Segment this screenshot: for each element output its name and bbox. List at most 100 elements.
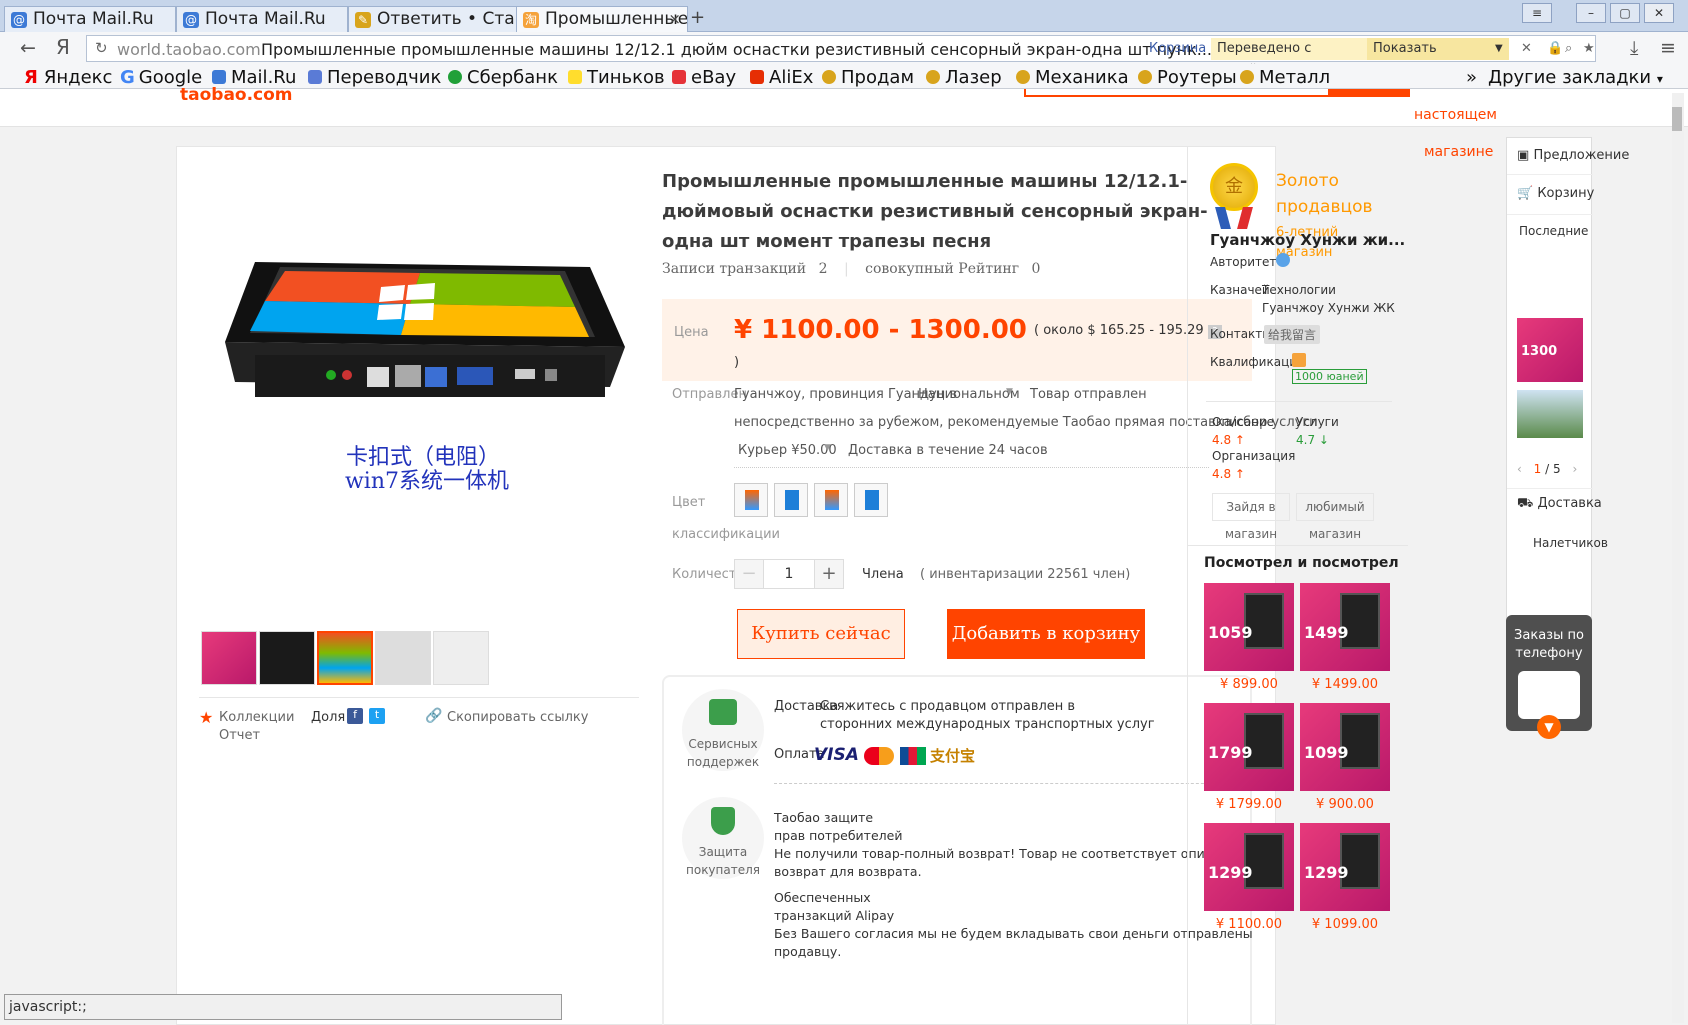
color-swatch[interactable] — [774, 483, 808, 517]
report-link[interactable]: Отчет — [219, 728, 260, 743]
search-button[interactable] — [1328, 89, 1408, 97]
bookmark-aliex[interactable]: AliEx — [750, 67, 813, 88]
divider — [774, 783, 1234, 784]
other-bookmarks-label: Другие закладки — [1488, 67, 1652, 88]
thumbnail[interactable] — [201, 631, 257, 685]
taobao-icon: 淘 — [523, 12, 539, 28]
bookmark-translator[interactable]: Переводчик — [308, 67, 441, 88]
enter-shop-button[interactable]: Зайдя в — [1212, 493, 1290, 521]
url-field[interactable]: ↻ world.taobao.com Промышленные промышле… — [86, 35, 1596, 78]
taobao-logo[interactable]: taobao.com — [180, 85, 293, 105]
bookmark-yandex[interactable]: Я Яндекс — [24, 67, 112, 88]
chevron-down-icon[interactable]: ▼ — [1489, 38, 1509, 60]
company-line-1: Технологии — [1262, 283, 1336, 297]
arrow-up-icon: ↑ — [1234, 467, 1245, 481]
tab-mailru-1[interactable]: @ Почта Mail.Ru — [4, 6, 176, 32]
tab-taobao[interactable]: 淘 Промышленные × — [516, 6, 688, 33]
related-item[interactable]: 1299 ¥ 1099.00 — [1300, 823, 1390, 932]
color-swatch[interactable] — [854, 483, 888, 517]
message-seller-button[interactable]: 给我留言 — [1264, 325, 1321, 344]
description-label: Описание — [1212, 415, 1275, 429]
related-price: ¥ 1799.00 — [1215, 797, 1283, 812]
close-translate-icon[interactable]: ✕ — [1515, 38, 1538, 60]
related-item[interactable]: 1299 ¥ 1100.00 — [1204, 823, 1294, 932]
related-item[interactable]: 1499 ¥ 1499.00 — [1300, 583, 1390, 692]
tab-label: Промышленные — [545, 9, 688, 29]
thumbnail[interactable] — [433, 631, 489, 685]
back-icon[interactable]: ← — [20, 37, 36, 59]
bookmarks-overflow-icon[interactable]: » — [1466, 67, 1477, 88]
tab-mailru-2[interactable]: @ Почта Mail.Ru — [176, 6, 348, 32]
maximize-icon[interactable]: ▢ — [1610, 3, 1640, 23]
recent-item[interactable]: 1300 — [1517, 318, 1583, 382]
related-item[interactable]: 1099 ¥ 900.00 — [1300, 703, 1390, 812]
plus-icon[interactable]: + — [814, 559, 844, 589]
scrollbar-thumb[interactable] — [1672, 107, 1682, 131]
thumbnail[interactable] — [375, 631, 431, 685]
favorite-shop-button[interactable]: любимый — [1296, 493, 1374, 521]
related-item[interactable]: 1059 ¥ 899.00 — [1204, 583, 1294, 692]
color-swatch[interactable] — [734, 483, 768, 517]
bookmark-tinkoff[interactable]: Тиньков — [568, 67, 665, 88]
site-header: taobao.com настоящем — [0, 85, 1688, 127]
chevron-right-icon[interactable]: › — [1572, 462, 1577, 476]
copy-link[interactable]: Скопировать ссылку — [447, 710, 588, 725]
ship-national[interactable]: Национальном — [918, 387, 1020, 402]
offer-link[interactable]: ▣ Предложение — [1517, 148, 1629, 163]
buy-now-button[interactable]: Купить сейчас — [737, 609, 905, 659]
chevron-down-icon[interactable]: ▼ — [1537, 715, 1561, 739]
scrollbar[interactable] — [1672, 93, 1684, 1023]
close-tab-icon[interactable]: × — [668, 7, 681, 31]
product-main-image[interactable]: 卡扣式（电阻） win7系统一体机 — [205, 227, 645, 567]
bookmark-ebay[interactable]: eBay — [672, 67, 736, 88]
bookmark-sberbank[interactable]: Сбербанк — [448, 67, 558, 88]
close-window-icon[interactable]: ✕ — [1644, 3, 1674, 23]
minimize-icon[interactable]: – — [1576, 3, 1606, 23]
bookmark-metal[interactable]: Металл — [1240, 67, 1330, 88]
delivery-link[interactable]: ⛟ Доставка — [1517, 496, 1602, 513]
star-icon[interactable]: ★ — [1577, 38, 1601, 60]
courier-select[interactable]: Курьер ¥50.00 — [738, 443, 837, 458]
seller-name[interactable]: Гуанчжоу Хунжи жи... — [1210, 231, 1405, 249]
menu-icon[interactable]: ≡ — [1660, 37, 1676, 59]
zoom-icon[interactable]: ⌕ — [1559, 38, 1578, 60]
cart-link[interactable]: 🛒 Корзину — [1517, 186, 1594, 201]
cart-link[interactable]: Корзина — [1143, 38, 1212, 60]
phone-order-panel[interactable]: Заказы по телефону ▼ — [1506, 615, 1592, 739]
thumbnail-selected[interactable] — [317, 631, 373, 685]
bookmark-routers[interactable]: Роутеры — [1138, 67, 1237, 88]
yandex-icon[interactable]: Я — [56, 35, 70, 59]
related-products: 1059 ¥ 899.00 1499 ¥ 1499.00 1799 ¥ 1799.00… — [1204, 583, 1404, 932]
other-bookmarks[interactable]: Другие закладки ▾ — [1488, 67, 1663, 88]
download-icon[interactable]: ⤓ — [1630, 37, 1638, 59]
chevron-down-icon[interactable]: ▼ — [824, 443, 831, 453]
url-host: world.taobao.com — [117, 40, 261, 59]
support-label: Сервисных поддержек — [686, 737, 760, 769]
header-link-shop[interactable]: магазине — [1424, 144, 1493, 160]
minus-icon[interactable]: − — [734, 559, 764, 589]
new-tab-icon[interactable]: + — [690, 7, 705, 28]
collection-link[interactable]: Коллекции — [219, 710, 294, 725]
reload-icon[interactable]: ↻ — [95, 39, 108, 57]
bookmark-laser[interactable]: Лазер — [926, 67, 1002, 88]
bookmark-label: AliEx — [769, 67, 814, 88]
tab-forum[interactable]: ✎ Ответить • Ста — [348, 6, 520, 32]
quantity-unit: Члена — [862, 567, 904, 582]
show-original-button[interactable]: Показать оригинал — [1367, 38, 1489, 78]
twitter-icon[interactable]: t — [369, 708, 385, 724]
current-page: 1 — [1533, 462, 1542, 476]
chevron-down-icon[interactable]: ▼ — [1006, 387, 1013, 397]
thumbnail[interactable] — [259, 631, 315, 685]
bookmark-prodam[interactable]: Продам — [822, 67, 914, 88]
add-to-cart-button[interactable]: Добавить в корзину — [947, 609, 1145, 659]
recent-item[interactable] — [1517, 390, 1583, 438]
chevron-left-icon[interactable]: ‹ — [1517, 462, 1522, 476]
related-item[interactable]: 1799 ¥ 1799.00 — [1204, 703, 1294, 812]
color-swatch[interactable] — [814, 483, 848, 517]
quantity-input[interactable]: 1 — [764, 559, 814, 589]
facebook-icon[interactable]: f — [347, 708, 363, 724]
bookmark-mechanics[interactable]: Механика — [1016, 67, 1129, 88]
menu-icon[interactable]: ≡ — [1522, 3, 1552, 23]
deposit-badge: 1000 юаней — [1292, 369, 1367, 384]
header-link-now[interactable]: настоящем — [1414, 107, 1497, 123]
